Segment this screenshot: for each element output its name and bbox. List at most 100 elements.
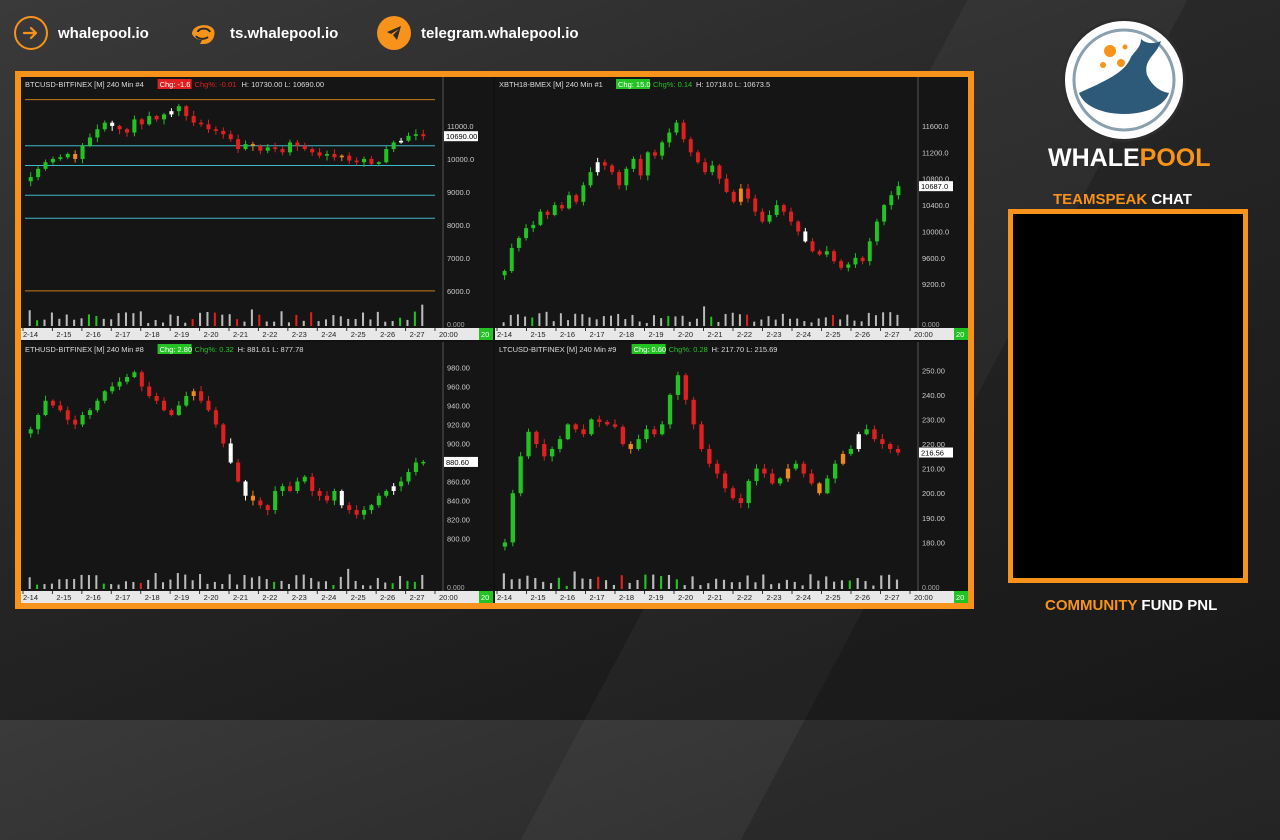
volume-bar bbox=[169, 314, 172, 326]
brand-part1: WHALE bbox=[1048, 144, 1140, 172]
link-teamspeak[interactable]: ts.whalepool.io bbox=[186, 16, 338, 50]
volume-bar bbox=[531, 317, 534, 326]
candle-body bbox=[644, 429, 649, 440]
y-tick-label: 9200.0 bbox=[922, 280, 945, 289]
candle-body bbox=[399, 481, 404, 487]
volume-bar bbox=[660, 576, 663, 589]
candle-body bbox=[176, 106, 181, 112]
chart-pane-btcusd[interactable]: BTCUSD-BITFINEX [M] 240 Min #4 Chg: -1.6… bbox=[21, 77, 493, 340]
corner-badge-label: 20 bbox=[481, 330, 489, 339]
candle-body bbox=[715, 463, 720, 474]
volume-bar bbox=[695, 318, 698, 326]
volume-bar bbox=[206, 311, 209, 326]
link-telegram-label: telegram.whalepool.io bbox=[421, 24, 579, 42]
volume-bar bbox=[746, 575, 749, 589]
x-tick-label: 2-18 bbox=[145, 330, 160, 339]
candle-body bbox=[191, 116, 196, 123]
volume-bar bbox=[43, 319, 46, 326]
candle-body bbox=[824, 251, 829, 255]
teamspeak-chat-panel[interactable] bbox=[1008, 209, 1248, 583]
volume-bar bbox=[636, 580, 639, 589]
candle-body bbox=[832, 251, 836, 262]
volume-bar bbox=[139, 311, 142, 326]
corner-badge-label: 20 bbox=[481, 593, 489, 602]
volume-bar bbox=[688, 321, 691, 326]
candle-body bbox=[421, 134, 426, 137]
volume-bar bbox=[552, 321, 555, 326]
candle-body bbox=[882, 205, 887, 222]
candle-body bbox=[176, 405, 181, 415]
last-price-label: 10687.0 bbox=[921, 182, 948, 191]
candle-body bbox=[280, 149, 285, 153]
link-whalepool[interactable]: whalepool.io bbox=[14, 16, 149, 50]
volume-bar bbox=[839, 319, 842, 326]
volume-bar bbox=[770, 584, 773, 589]
candle-body bbox=[710, 165, 715, 173]
chart-svg: XBTH18-BMEX [M] 240 Min #1 Chg: 15.0 Chg%… bbox=[495, 77, 968, 340]
volume-bar bbox=[132, 313, 135, 326]
volume-bar bbox=[228, 574, 231, 589]
x-tick-label: 2-24 bbox=[796, 593, 811, 602]
candle-body bbox=[604, 421, 610, 425]
candle-body bbox=[789, 211, 793, 222]
y-tick-label: 7000.0 bbox=[447, 254, 470, 263]
teamspeak-title-part1: TEAMSPEAK bbox=[1053, 191, 1148, 208]
candle-body bbox=[595, 162, 600, 173]
volume-bar bbox=[602, 316, 605, 326]
volume-bar bbox=[421, 304, 424, 326]
volume-bar bbox=[801, 585, 804, 589]
x-tick-label: 2-22 bbox=[737, 330, 752, 339]
chart-pane-xbth18[interactable]: XBTH18-BMEX [M] 240 Min #1 Chg: 15.0 Chg%… bbox=[495, 77, 968, 340]
x-tick-label: 2-25 bbox=[351, 593, 366, 602]
candle-body bbox=[803, 231, 808, 242]
volume-bar bbox=[825, 576, 828, 589]
top-link-bar: whalepool.io ts.whalepool.io telegram.wh… bbox=[0, 0, 1000, 66]
candle-body bbox=[534, 431, 539, 445]
candle-body bbox=[87, 410, 92, 415]
candle-body bbox=[117, 125, 122, 130]
chart-high-low: H: 10730.00 L: 10690.00 bbox=[242, 80, 325, 89]
volume-bar bbox=[310, 577, 313, 589]
candle-body bbox=[760, 211, 765, 222]
community-title-part1: COMMUNITY bbox=[1045, 597, 1138, 614]
x-tick-label: 2-18 bbox=[145, 593, 160, 602]
candle-body bbox=[236, 139, 241, 150]
x-tick-label: 2-19 bbox=[174, 593, 189, 602]
corner-badge-label: 20 bbox=[956, 593, 964, 602]
volume-bar bbox=[620, 575, 623, 589]
candle-body bbox=[699, 424, 704, 449]
candle-body bbox=[796, 221, 801, 232]
candle-body bbox=[317, 491, 322, 496]
candle-body bbox=[147, 116, 152, 125]
candle-body bbox=[162, 114, 167, 120]
x-tick-label: 2-26 bbox=[380, 593, 395, 602]
chart-pane-ltcusd[interactable]: LTCUSD-BITFINEX [M] 240 Min #9 Chg: 0.60… bbox=[495, 342, 968, 603]
volume-bar bbox=[310, 312, 313, 326]
volume-bar bbox=[691, 576, 694, 589]
link-teamspeak-label: ts.whalepool.io bbox=[230, 24, 339, 42]
candle-body bbox=[132, 372, 137, 377]
candle-body bbox=[652, 152, 657, 156]
last-price-label: 10690.00 bbox=[446, 132, 477, 141]
x-tick-label: 2-23 bbox=[292, 330, 307, 339]
candle-body bbox=[362, 158, 367, 163]
candle-body bbox=[675, 375, 681, 395]
chart-pane-ethusd[interactable]: ETHUSD-BITFINEX [M] 240 Min #8 Chg: 2.80… bbox=[21, 342, 493, 603]
volume-bar bbox=[604, 580, 608, 589]
volume-bar bbox=[324, 319, 327, 326]
candle-body bbox=[722, 473, 728, 489]
volume-bar bbox=[154, 573, 157, 589]
volume-bar bbox=[867, 312, 870, 326]
volume-bar bbox=[502, 573, 505, 589]
candle-body bbox=[206, 124, 211, 130]
volume-bar bbox=[339, 316, 342, 326]
chart-header: XBTH18-BMEX [M] 240 Min #1 bbox=[499, 80, 603, 89]
volume-bar bbox=[589, 578, 592, 589]
x-tick-label: 2-23 bbox=[767, 330, 782, 339]
y-tick-label: 10000.0 bbox=[447, 155, 474, 164]
volume-bar bbox=[767, 316, 770, 326]
volume-bar bbox=[628, 582, 631, 589]
candle-body bbox=[864, 429, 869, 435]
link-telegram[interactable]: telegram.whalepool.io bbox=[377, 16, 579, 50]
volume-bar bbox=[110, 584, 113, 589]
